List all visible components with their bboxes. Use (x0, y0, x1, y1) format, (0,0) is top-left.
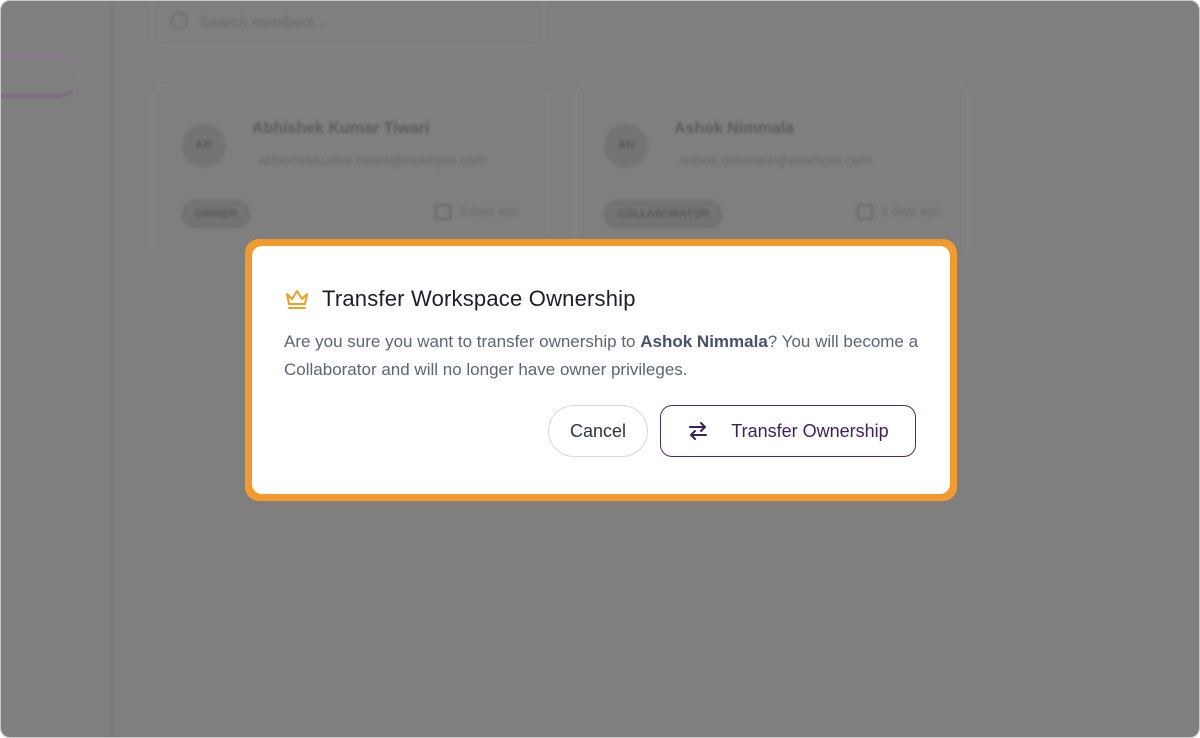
member-search-box[interactable]: Search members... (151, 1, 545, 47)
member-card[interactable]: AK Abhishek Kumar Tiwari abhishekkumar.t… (153, 85, 547, 257)
calendar-icon (857, 204, 874, 220)
member-email: abhishekkumar.tiwari@example.com (258, 152, 487, 168)
crown-icon (286, 290, 308, 309)
member-email: ashok.nimmala@example.com (680, 152, 872, 168)
transfer-ownership-dialog: Transfer Workspace Ownership Are you sur… (252, 246, 950, 494)
sidebar-active-item[interactable] (1, 55, 79, 97)
dialog-header: Transfer Workspace Ownership (284, 286, 636, 312)
dialog-title: Transfer Workspace Ownership (322, 286, 636, 311)
joined-time: 3 days ago (435, 204, 518, 220)
transfer-ownership-label: Transfer Ownership (731, 420, 889, 441)
app-window: Search members... AK Abhishek Kumar Tiwa… (0, 0, 1200, 738)
dialog-message: Are you sure you want to transfer owners… (284, 332, 919, 379)
member-name: Ashok Nimmala (674, 120, 795, 137)
joined-time: 2 days ago (857, 204, 940, 220)
swap-arrows-icon (689, 422, 708, 440)
target-member-name: Ashok Nimmala (640, 332, 768, 351)
cancel-button[interactable]: Cancel (548, 405, 648, 457)
member-name: Abhishek Kumar Tiwari (252, 120, 430, 137)
transfer-ownership-button[interactable]: Transfer Ownership (660, 405, 916, 457)
avatar: AK (182, 124, 226, 168)
search-input-placeholder: Search members... (200, 14, 327, 31)
member-card[interactable]: AN Ashok Nimmala ashok.nimmala@example.c… (575, 85, 969, 257)
calendar-icon (435, 204, 452, 220)
avatar: AN (604, 124, 648, 168)
sidebar-divider (111, 1, 112, 737)
role-badge: COLLABORATOR (604, 200, 723, 228)
role-badge: OWNER (182, 200, 251, 228)
search-icon (170, 12, 188, 30)
